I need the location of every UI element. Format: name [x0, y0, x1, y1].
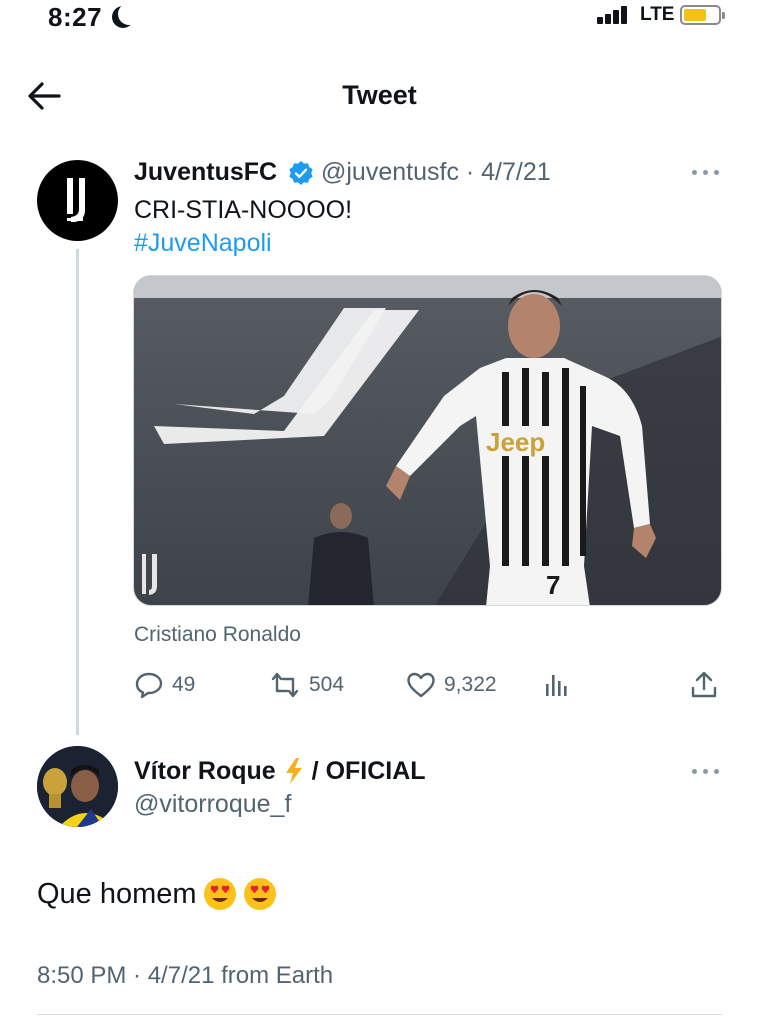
reply-button[interactable]: 49 — [134, 668, 195, 702]
like-button[interactable]: 9,322 — [406, 668, 497, 702]
jersey-number-text: 7 — [546, 570, 560, 600]
signal-strength-icon — [597, 6, 633, 24]
juventus-avatar[interactable] — [37, 160, 118, 241]
vitor-roque-photo — [37, 746, 118, 827]
share-button[interactable] — [690, 668, 726, 702]
reply-count: 49 — [172, 673, 196, 696]
more-options-icon[interactable] — [692, 170, 720, 176]
more-options-icon[interactable] — [692, 769, 720, 775]
reply-text-content: Que homem — [37, 877, 197, 910]
retweet-icon — [271, 672, 299, 698]
retweet-count: 504 — [309, 673, 345, 696]
analytics-button[interactable] — [543, 668, 579, 702]
heart-eyes-emoji-icon — [243, 878, 276, 910]
tweet-text: CRI-STIA-NOOOO! — [134, 196, 353, 224]
battery-icon — [680, 5, 725, 25]
like-count: 9,322 — [444, 673, 497, 696]
vitor-roque-avatar[interactable] — [37, 746, 118, 827]
heart-eyes-emoji-icon — [203, 878, 236, 910]
media-caption: Cristiano Ronaldo — [134, 623, 301, 646]
status-time: 8:27 — [48, 2, 103, 32]
hashtag-link[interactable]: #JuveNapoli — [134, 229, 272, 258]
tweet-media-image[interactable]: Jeep 7 — [133, 275, 722, 606]
reply-author-name[interactable]: Vítor Roque / OFICIAL — [134, 756, 426, 786]
lightning-bolt-icon — [285, 758, 302, 784]
verified-badge-icon — [289, 161, 313, 185]
network-type: LTE — [640, 4, 675, 25]
retweet-button[interactable]: 504 — [269, 668, 344, 702]
divider — [37, 1014, 722, 1015]
reply-handle[interactable]: @vitorroque_f — [134, 790, 291, 819]
heart-icon — [407, 672, 435, 698]
reply-icon — [135, 672, 163, 699]
juventus-logo-icon — [67, 178, 85, 222]
handle-and-date[interactable]: @juventusfc · 4/7/21 — [321, 158, 551, 187]
status-bar: 8:27 LTE — [0, 0, 759, 34]
do-not-disturb-icon — [118, 3, 140, 25]
tweet-timestamp: 8:50 PM · 4/7/21 from Earth — [37, 962, 334, 989]
reply-author-suffix: / OFICIAL — [311, 756, 426, 785]
reply-author-first: Vítor Roque — [134, 756, 276, 785]
reply-text: Que homem — [37, 877, 277, 911]
ronaldo-photo: Jeep 7 — [134, 276, 721, 605]
analytics-icon — [546, 675, 567, 696]
jersey-sponsor-text: Jeep — [486, 427, 545, 457]
author-name[interactable]: JuventusFC — [134, 158, 277, 187]
thread-connector-line — [76, 249, 79, 735]
back-arrow-icon[interactable] — [26, 80, 62, 112]
page-title: Tweet — [342, 80, 417, 110]
share-icon — [691, 671, 717, 698]
